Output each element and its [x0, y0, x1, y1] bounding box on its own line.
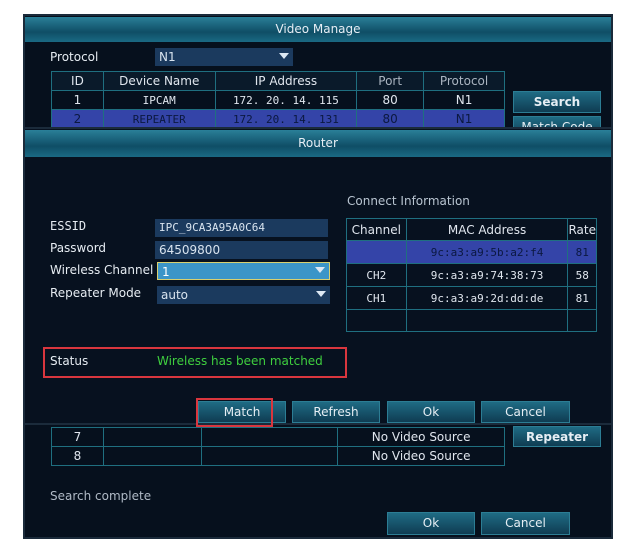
wireless-channel-label: Wireless Channel — [50, 263, 154, 277]
connect-table: Channel MAC Address Rate 9c:a3:a9:5b:a2:… — [346, 218, 597, 332]
device-table-lower: 7 No Video Source 8 No Video Source — [51, 427, 505, 466]
connect-row[interactable]: CH2 9c:a3:a9:74:38:73 58 — [346, 263, 597, 287]
wireless-channel-select[interactable]: 1 — [157, 262, 330, 280]
repeater-mode-label: Repeater Mode — [50, 286, 142, 300]
channel-value: 1 — [162, 265, 170, 279]
mode-value: auto — [161, 288, 189, 302]
connect-row-selected[interactable]: 9c:a3:a9:5b:a2:f4 81 — [346, 240, 597, 264]
cancel-button[interactable]: Cancel — [481, 512, 570, 535]
cell-rate: 58 — [567, 263, 597, 287]
cell-channel: CH2 — [346, 263, 407, 287]
protocol-select[interactable]: N1 — [155, 48, 293, 66]
cell-protocol: N1 — [423, 90, 505, 110]
essid-input[interactable]: IPC_9CA3A95A0C64 — [155, 219, 328, 237]
cell-rate: 81 — [567, 240, 597, 264]
cell-id: 2 — [51, 109, 104, 129]
router-cancel-button[interactable]: Cancel — [481, 401, 570, 423]
connect-header: Channel MAC Address Rate — [346, 218, 597, 241]
router-ok-button[interactable]: Ok — [387, 401, 475, 423]
router-title: Router — [25, 130, 611, 157]
table-row[interactable]: 8 No Video Source — [51, 446, 505, 466]
window-title: Video Manage — [25, 17, 611, 42]
cell-id: 8 — [51, 446, 104, 466]
refresh-button[interactable]: Refresh — [292, 401, 380, 423]
cell-port: 80 — [356, 109, 425, 129]
cell-ip: 172. 20. 14. 131 — [214, 109, 358, 129]
table-header: ID Device Name IP Address Port Protocol — [51, 71, 505, 91]
password-input[interactable]: 64509800 — [155, 241, 328, 259]
col-ip: IP Address — [214, 71, 358, 91]
cell-id: 1 — [51, 90, 104, 110]
search-button[interactable]: Search — [513, 91, 601, 113]
match-highlight — [196, 398, 273, 427]
repeater-mode-select[interactable]: auto — [157, 286, 330, 304]
col-device-name: Device Name — [102, 71, 216, 91]
search-status-text: Search complete — [50, 489, 152, 503]
ok-button[interactable]: Ok — [387, 512, 475, 535]
table-row[interactable]: 1 IPCAM 172. 20. 14. 115 80 N1 — [51, 90, 505, 110]
essid-label: ESSID — [50, 219, 87, 233]
cell-status: No Video Source — [337, 446, 505, 466]
repeater-button[interactable]: Repeater — [513, 426, 601, 447]
cell-mac: 9c:a3:a9:74:38:73 — [405, 263, 569, 287]
protocol-value: N1 — [159, 50, 176, 64]
cell-port: 80 — [356, 90, 425, 110]
cell-mac: 9c:a3:a9:2d:dd:de — [405, 286, 569, 310]
col-channel: Channel — [346, 218, 407, 241]
password-label: Password — [50, 241, 107, 255]
cell-rate: 81 — [567, 286, 597, 310]
cell-channel — [346, 240, 407, 264]
chevron-down-icon — [315, 267, 325, 273]
cell-protocol: N1 — [423, 109, 505, 129]
device-table: ID Device Name IP Address Port Protocol … — [51, 71, 505, 129]
protocol-label: Protocol — [50, 50, 99, 64]
status-label: Status — [50, 354, 89, 368]
col-port: Port — [356, 71, 425, 91]
connect-info-title: Connect Information — [347, 194, 470, 208]
connect-row[interactable]: CH1 9c:a3:a9:2d:dd:de 81 — [346, 286, 597, 310]
cell-name: REPEATER — [102, 109, 216, 129]
col-mac: MAC Address — [405, 218, 569, 241]
cell-name: IPCAM — [102, 90, 216, 110]
cell-status: No Video Source — [337, 427, 505, 447]
col-rate: Rate — [567, 218, 597, 241]
table-row[interactable]: 7 No Video Source — [51, 427, 505, 447]
cell-ip: 172. 20. 14. 115 — [214, 90, 358, 110]
col-id: ID — [51, 71, 104, 91]
table-row-selected[interactable]: 2 REPEATER 172. 20. 14. 131 80 N1 — [51, 109, 505, 129]
status-value: Wireless has been matched — [157, 354, 323, 368]
col-protocol: Protocol — [423, 71, 505, 91]
cell-channel: CH1 — [346, 286, 407, 310]
cell-mac: 9c:a3:a9:5b:a2:f4 — [405, 240, 569, 264]
connect-row-empty — [346, 309, 597, 332]
cell-id: 7 — [51, 427, 104, 447]
chevron-down-icon — [316, 291, 326, 297]
chevron-down-icon — [279, 53, 289, 59]
